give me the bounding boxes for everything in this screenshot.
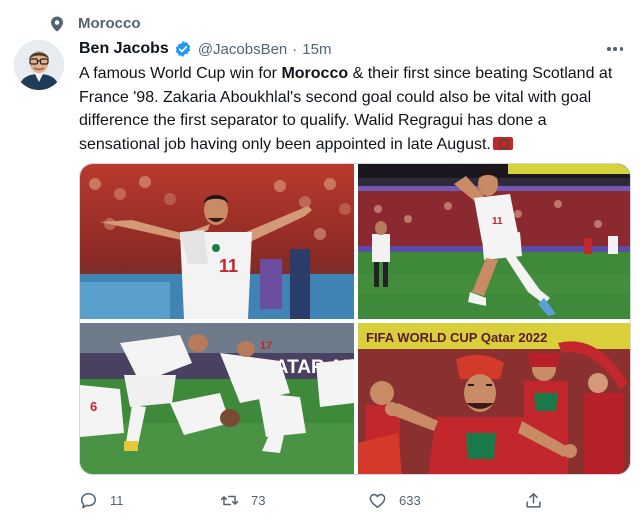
reply-icon (81, 492, 96, 508)
fans-cheering-photo[interactable]: FIFA WORLD CUP Qatar 2022 (358, 323, 630, 474)
share-button[interactable] (524, 488, 543, 512)
share-icon (526, 492, 541, 508)
tweet-media-grid: 11 11 QATAR 6 17 FIFA WORLD CUP Qatar 20… (79, 163, 631, 475)
verified-badge-icon (175, 41, 190, 57)
svg-text:11: 11 (492, 216, 503, 227)
player-celebrating-photo[interactable]: 11 (80, 164, 354, 319)
like-count: 633 (399, 492, 421, 508)
more-options-icon[interactable] (604, 40, 626, 58)
svg-text:11: 11 (219, 256, 238, 276)
morocco-flag-icon (492, 136, 513, 150)
topic-context (48, 14, 66, 34)
avatar-image (14, 40, 64, 90)
topic-label[interactable]: Morocco (78, 14, 141, 34)
tweet-text-part-1: A famous World Cup win for (79, 65, 282, 82)
svg-text:17: 17 (260, 340, 272, 352)
tweet-text: A famous World Cup win for Morocco & the… (79, 62, 631, 156)
header-separator: · (292, 40, 298, 58)
fifa-banner-text: FIFA WORLD CUP Qatar 2022 (366, 330, 547, 345)
tweet-text-hashtag-morocco: Morocco (281, 65, 349, 82)
tweet-timestamp[interactable]: 15m (302, 41, 331, 58)
player-leaping-photo[interactable]: 11 (358, 164, 630, 319)
tweet-header: Ben Jacobs @JacobsBen · 15m (79, 38, 331, 60)
like-button[interactable]: 633 (368, 488, 421, 512)
author-handle[interactable]: @JacobsBen (198, 41, 287, 58)
tweet-action-bar: 11 73 633 (79, 488, 631, 512)
topic-icon (51, 16, 63, 32)
retweet-icon (220, 495, 239, 505)
reply-button[interactable]: 11 (79, 488, 124, 512)
reply-count: 11 (110, 492, 124, 508)
svg-text:6: 6 (90, 399, 97, 414)
team-prayer-photo[interactable]: QATAR AIRW 6 17 (80, 323, 354, 474)
avatar[interactable] (14, 40, 64, 90)
retweet-button[interactable]: 73 (220, 488, 265, 512)
retweet-count: 73 (251, 492, 266, 508)
author-name[interactable]: Ben Jacobs (79, 40, 169, 58)
heart-icon (369, 493, 386, 508)
